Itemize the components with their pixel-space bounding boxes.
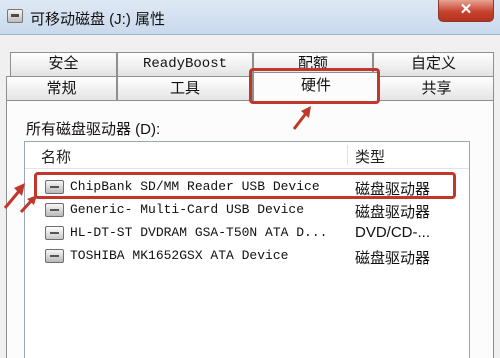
annotation-arrow-icon bbox=[19, 195, 37, 214]
tab-readyboost[interactable]: ReadyBoost bbox=[117, 52, 253, 76]
properties-dialog: 可移动磁盘 (J:) 属性 ✕ 安全 ReadyBoost 配额 自定义 常规 … bbox=[0, 0, 500, 358]
drive-icon bbox=[7, 9, 23, 23]
list-header: 名称 类型 bbox=[25, 142, 469, 169]
device-type: 磁盘驱动器 bbox=[355, 250, 431, 267]
drive-icon bbox=[45, 249, 64, 263]
device-name: Generic- Multi-Card USB Device bbox=[70, 202, 305, 217]
tab-tools[interactable]: 工具 bbox=[117, 76, 253, 101]
device-type: DVD/CD-... bbox=[355, 224, 430, 241]
device-list[interactable]: 名称 类型 ChipBank SD/MM Reader USB Device 磁… bbox=[24, 141, 470, 358]
all-disk-drives-label: 所有磁盘驱动器 (D): bbox=[26, 121, 161, 138]
close-button[interactable]: ✕ bbox=[438, 0, 494, 22]
tab-sharing[interactable]: 共享 bbox=[379, 76, 494, 101]
column-header-type[interactable]: 类型 bbox=[355, 146, 385, 167]
device-row-chipbank[interactable]: ChipBank SD/MM Reader USB Device 磁盘驱动器 bbox=[25, 176, 469, 198]
device-row-dvdram[interactable]: HL-DT-ST DVDRAM GSA-T50N ATA D... DVD/CD… bbox=[25, 222, 469, 244]
optical-drive-icon bbox=[45, 226, 64, 240]
column-divider[interactable] bbox=[347, 145, 348, 165]
device-type: 磁盘驱动器 bbox=[355, 204, 431, 221]
drive-icon bbox=[45, 203, 64, 217]
tab-customize[interactable]: 自定义 bbox=[373, 52, 494, 76]
device-name: HL-DT-ST DVDRAM GSA-T50N ATA D... bbox=[70, 225, 328, 240]
device-name: ChipBank SD/MM Reader USB Device bbox=[70, 179, 320, 194]
window-title: 可移动磁盘 (J:) 属性 bbox=[30, 11, 165, 28]
title-bar: 可移动磁盘 (J:) 属性 ✕ bbox=[0, 0, 500, 35]
device-row-toshiba[interactable]: TOSHIBA MK1652GSX ATA Device 磁盘驱动器 bbox=[25, 245, 469, 267]
column-header-name[interactable]: 名称 bbox=[41, 146, 71, 167]
device-type: 磁盘驱动器 bbox=[355, 181, 431, 198]
tab-security[interactable]: 安全 bbox=[10, 52, 117, 76]
annotation-arrow-icon bbox=[292, 106, 311, 130]
tab-hardware[interactable]: 硬件 bbox=[253, 72, 379, 102]
tab-general[interactable]: 常规 bbox=[6, 76, 117, 101]
device-row-generic[interactable]: Generic- Multi-Card USB Device 磁盘驱动器 bbox=[25, 199, 469, 221]
drive-icon bbox=[45, 180, 64, 194]
device-name: TOSHIBA MK1652GSX ATA Device bbox=[70, 248, 289, 263]
